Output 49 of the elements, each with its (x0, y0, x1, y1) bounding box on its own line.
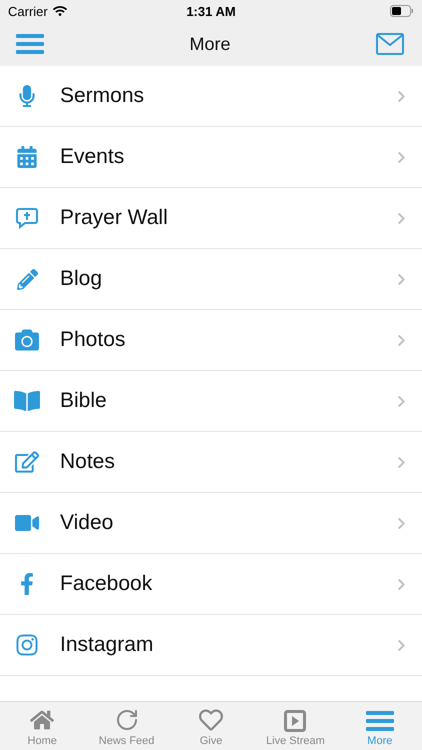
chevron-icon (395, 394, 408, 408)
menu-item[interactable]: Video (0, 493, 422, 554)
menu-item[interactable]: Prayer Wall (0, 188, 422, 249)
menu-icon (366, 710, 394, 732)
menu-item[interactable]: Events (0, 127, 422, 188)
chevron-icon (395, 456, 408, 468)
menu-label: Facebook (60, 572, 154, 596)
chevron-icon (395, 578, 408, 590)
calendar-icon (16, 146, 38, 168)
menu-label: Photos (60, 328, 126, 352)
menu-item[interactable]: Blog (0, 249, 422, 310)
chevron-icon (395, 212, 408, 224)
wifi-icon (52, 4, 67, 18)
chevron-icon (395, 334, 408, 346)
menu-item[interactable]: Instagram (0, 615, 422, 676)
menu-label: Video (60, 511, 114, 535)
play-icon (284, 710, 306, 732)
clock: 1:31 AM (186, 4, 236, 18)
edit-icon (15, 450, 39, 474)
menu-label: Bible (60, 389, 108, 413)
menu-label: Instagram (60, 633, 154, 657)
chevron-icon (395, 90, 408, 102)
menu-label: Events (60, 145, 126, 169)
menu-item[interactable]: Photos (0, 310, 422, 371)
book-icon (14, 388, 40, 414)
menu-label: Prayer Wall (60, 206, 169, 230)
menu-label: Blog (60, 267, 104, 291)
carrier-label: Carrier (8, 4, 48, 18)
chevron-icon (395, 272, 408, 286)
menu-item[interactable]: Notes (0, 432, 422, 493)
menu-item[interactable]: Sermons (0, 66, 422, 127)
menu-button[interactable] (16, 33, 44, 55)
chevron-icon (395, 638, 408, 652)
home-icon (30, 708, 54, 732)
refresh-icon (114, 708, 139, 732)
page-title: More (189, 34, 230, 54)
chevron-icon (395, 150, 408, 164)
chevron-icon (395, 516, 408, 530)
speech-bubble-icon (15, 206, 39, 230)
menu-item[interactable]: Bible (0, 371, 422, 432)
menu-item[interactable]: Facebook (0, 554, 422, 615)
battery-icon (390, 5, 414, 17)
camera-icon (15, 328, 39, 352)
heart-icon (199, 708, 224, 732)
pencil-icon (16, 268, 38, 290)
instagram-icon (15, 633, 39, 657)
mail-button[interactable] (376, 33, 404, 55)
menu-label: Notes (60, 450, 116, 474)
menu-label: Sermons (60, 84, 146, 108)
